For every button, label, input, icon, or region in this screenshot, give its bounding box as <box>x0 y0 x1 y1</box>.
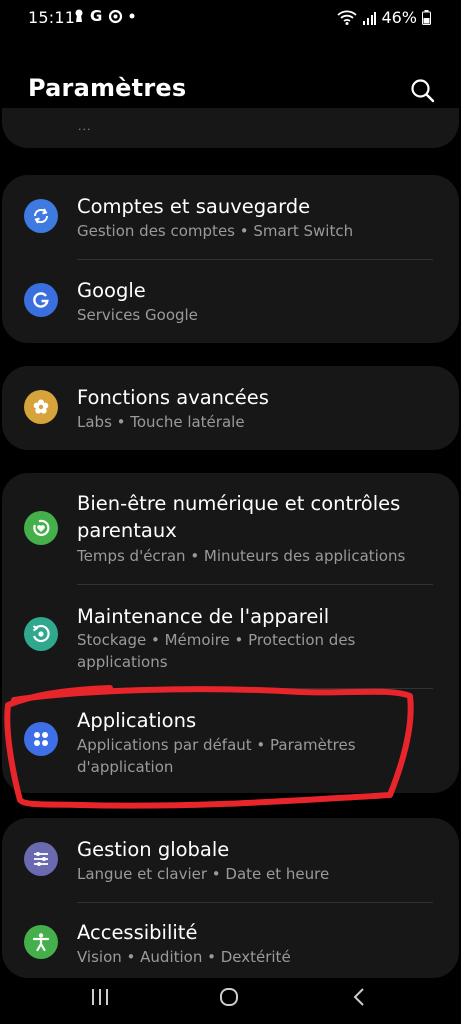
card-accounts: Comptes et sauvegarde Gestion des compte… <box>2 175 459 343</box>
item-subtitle: Temps d'écran • Minuteurs des applicatio… <box>77 547 406 565</box>
settings-item-maintenance[interactable]: Maintenance de l'appareil Stockage • Mém… <box>2 584 459 688</box>
home-icon <box>220 988 238 1006</box>
item-title: Applications <box>77 709 197 732</box>
item-title: Fonctions avancées <box>77 386 269 409</box>
item-subtitle: Langue et clavier • Date et heure <box>77 865 330 883</box>
partial-item-text: ... <box>78 120 92 133</box>
partial-settings-item[interactable]: ... <box>2 108 459 148</box>
keyhole-icon <box>75 9 83 22</box>
home-button[interactable] <box>214 984 244 1010</box>
status-bar: 15:11 G 46% <box>0 0 461 36</box>
google-notification-icon: G <box>90 7 103 25</box>
settings-item-applications[interactable]: Applications Applications par défaut • P… <box>2 688 459 793</box>
item-subtitle: Labs • Touche latérale <box>77 413 245 431</box>
card-general: Gestion globale Langue et clavier • Date… <box>2 818 459 978</box>
settings-item-gestion-globale[interactable]: Gestion globale Langue et clavier • Date… <box>2 818 459 902</box>
gear-flower-icon <box>24 390 58 424</box>
navigation-bar <box>0 972 461 1024</box>
item-subtitle: Vision • Audition • Dextérité <box>77 948 291 966</box>
search-icon <box>411 79 435 103</box>
card-advanced: Fonctions avancées Labs • Touche latéral… <box>2 366 459 450</box>
google-icon <box>24 283 58 317</box>
back-button[interactable] <box>344 984 374 1010</box>
sync-icon <box>24 199 58 233</box>
maintenance-icon <box>24 617 58 651</box>
heart-circle-icon <box>24 511 58 545</box>
page-title: Paramètres <box>28 74 187 102</box>
circle-notification-icon <box>109 9 123 23</box>
item-subtitle-line2: applications <box>77 653 168 671</box>
search-button[interactable] <box>408 76 438 106</box>
signal-icon <box>363 11 377 25</box>
item-subtitle-line1: Stockage • Mémoire • Protection des <box>77 631 356 649</box>
settings-item-fonctions-avancees[interactable]: Fonctions avancées Labs • Touche latéral… <box>2 366 459 450</box>
item-subtitle-line2: d'application <box>77 758 174 776</box>
dot-icon <box>129 13 135 19</box>
settings-item-bien-etre[interactable]: Bien-être numérique et contrôles parenta… <box>2 473 459 583</box>
settings-item-accessibilite[interactable]: Accessibilité Vision • Audition • Dextér… <box>2 902 459 978</box>
battery-icon <box>422 10 431 25</box>
item-subtitle: Gestion des comptes • Smart Switch <box>77 222 354 240</box>
item-subtitle: Services Google <box>77 306 198 324</box>
card-wellbeing: Bien-être numérique et contrôles parenta… <box>2 473 459 793</box>
recent-apps-button[interactable] <box>85 984 115 1010</box>
item-title: Gestion globale <box>77 838 230 861</box>
sliders-icon <box>24 842 58 876</box>
item-title: Google <box>77 279 146 302</box>
status-time: 15:11 <box>28 8 76 27</box>
recent-apps-icon <box>92 989 108 1005</box>
battery-percent: 46% <box>381 8 417 27</box>
item-title: Comptes et sauvegarde <box>77 195 311 218</box>
item-title-line2: parentaux <box>77 519 177 542</box>
item-title-line1: Bien-être numérique et contrôles <box>77 492 401 515</box>
item-title: Maintenance de l'appareil <box>77 605 330 628</box>
item-title: Accessibilité <box>77 921 198 944</box>
wifi-icon <box>337 10 358 25</box>
settings-item-comptes[interactable]: Comptes et sauvegarde Gestion des compte… <box>2 175 459 259</box>
back-icon <box>353 988 364 1006</box>
notification-icons: G <box>74 7 135 25</box>
apps-grid-icon <box>24 722 58 756</box>
accessibility-icon <box>24 925 58 959</box>
settings-item-google[interactable]: Google Services Google <box>2 259 459 343</box>
item-subtitle-line1: Applications par défaut • Paramètres <box>77 736 356 754</box>
